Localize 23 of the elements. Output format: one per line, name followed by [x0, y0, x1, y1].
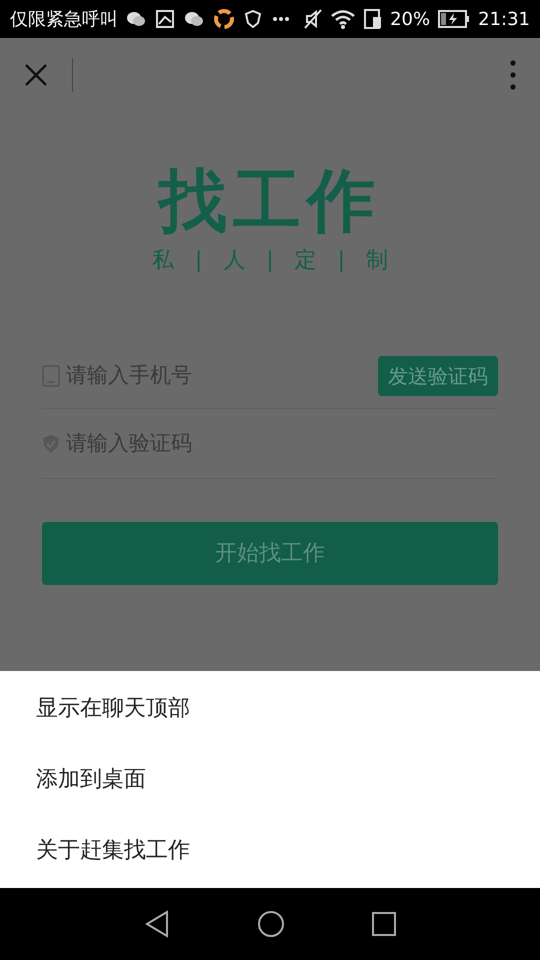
recents-icon[interactable]: [372, 912, 396, 936]
mute-icon: [304, 9, 322, 29]
menu-item[interactable]: 关于赶集找工作: [36, 834, 190, 867]
menu-item[interactable]: 添加到桌面: [36, 763, 146, 796]
circle-icon: [214, 9, 234, 29]
menu-item[interactable]: 显示在聊天顶部: [36, 692, 190, 725]
back-icon[interactable]: [144, 910, 170, 938]
more-icon[interactable]: [510, 60, 516, 90]
more-icon: [272, 16, 290, 22]
wifi-icon: [330, 9, 356, 29]
status-text: 仅限紧急呼叫: [10, 8, 118, 32]
battery-percentage: 20%: [390, 8, 430, 32]
logo-title: 找工作: [159, 162, 381, 242]
battery-icon: [438, 10, 470, 28]
chat-icon: [126, 11, 146, 27]
image-icon: [156, 10, 174, 28]
home-icon[interactable]: [256, 910, 285, 938]
logo-subtitle: 私 | 人 | 定 | 制: [152, 247, 388, 275]
chat-icon: [184, 11, 204, 27]
clock: 21:31: [478, 8, 530, 32]
close-icon[interactable]: [24, 63, 48, 87]
shield-icon: [244, 10, 262, 28]
sim-icon: [364, 9, 382, 29]
